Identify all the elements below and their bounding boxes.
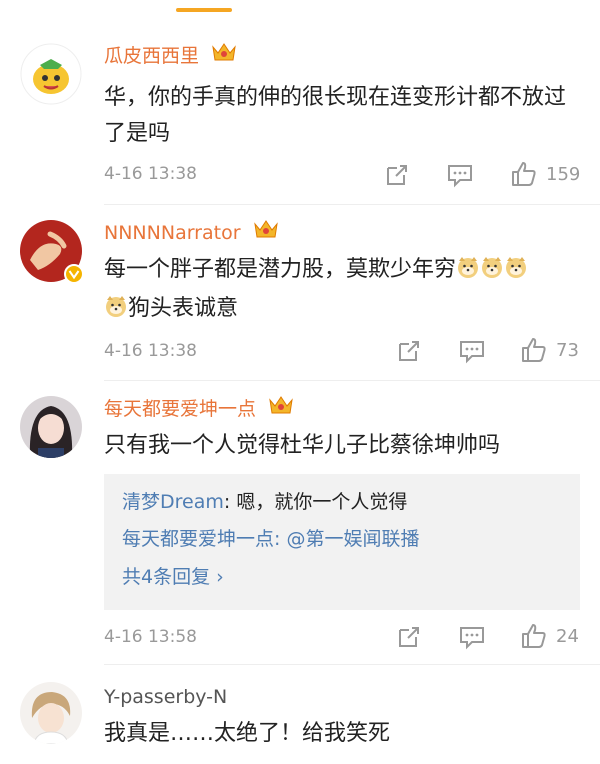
divider	[104, 204, 600, 205]
like-count: 73	[556, 339, 579, 361]
vip-crown-icon	[268, 394, 294, 424]
like-button[interactable]: 159	[510, 161, 580, 187]
share-button[interactable]	[384, 162, 410, 188]
mention-link[interactable]: @第一娱闻联播	[286, 528, 419, 550]
username[interactable]: 瓜皮西西里	[104, 41, 237, 69]
divider	[104, 664, 600, 665]
reply-item[interactable]: 每天都要爱坤一点: @第一娱闻联播	[122, 525, 419, 553]
like-count: 24	[556, 625, 579, 647]
vip-crown-icon	[253, 218, 279, 248]
share-icon	[387, 165, 407, 185]
reply-thread[interactable]: 清梦Dream: 嗯，就你一个人觉得 每天都要爱坤一点: @第一娱闻联播 共4条…	[104, 474, 580, 610]
comment-time: 4-16 13:58	[104, 627, 197, 647]
active-tab-indicator	[176, 8, 232, 12]
divider	[104, 380, 600, 381]
share-button[interactable]	[396, 338, 422, 364]
doge-emoji-icon	[104, 294, 128, 330]
avatar[interactable]	[20, 396, 82, 458]
thumbs-up-icon	[512, 162, 536, 186]
comment-text: 我真是……太绝了！给我笑死	[104, 721, 391, 746]
thumbs-up-icon	[522, 624, 546, 648]
reply-button[interactable]	[446, 162, 474, 188]
like-count: 159	[546, 163, 581, 185]
comment-icon	[448, 165, 472, 188]
like-button[interactable]: 24	[520, 623, 579, 649]
reply-author[interactable]: 每天都要爱坤一点	[122, 528, 274, 550]
view-more-replies-link[interactable]: 共4条回复 ›	[122, 563, 224, 591]
vip-crown-icon	[211, 41, 237, 71]
username[interactable]: Y-passerby-N	[104, 682, 227, 710]
like-button[interactable]: 73	[520, 337, 579, 363]
verified-badge-icon	[64, 264, 84, 284]
thumbs-up-icon	[522, 338, 546, 362]
reply-item[interactable]: 清梦Dream: 嗯，就你一个人觉得	[122, 488, 407, 516]
comment-text: 华，你的手真的伸的很长现在连变形计都不放过了是吗	[104, 85, 567, 146]
username[interactable]: NNNNNarrator	[104, 218, 279, 246]
reply-button[interactable]	[458, 624, 486, 650]
comment-icon	[460, 627, 484, 650]
avatar[interactable]	[20, 220, 84, 284]
avatar[interactable]	[20, 43, 82, 105]
doge-emoji-icon	[480, 255, 504, 291]
reply-button[interactable]	[458, 338, 486, 364]
comment-icon	[460, 341, 484, 364]
doge-emoji-icon	[456, 255, 480, 291]
avatar[interactable]	[20, 682, 82, 744]
share-button[interactable]	[396, 624, 422, 650]
comment-time: 4-16 13:38	[104, 164, 197, 184]
share-icon	[399, 627, 419, 647]
doge-emoji-icon	[504, 255, 528, 291]
comment-text: 只有我一个人觉得杜华儿子比蔡徐坤帅吗	[104, 433, 501, 458]
comment-time: 4-16 13:38	[104, 341, 197, 361]
share-icon	[399, 341, 419, 361]
comment-text: 每一个胖子都是潜力股，莫欺少年穷 狗头表诚意	[104, 252, 584, 330]
reply-author[interactable]: 清梦Dream	[122, 491, 224, 513]
username[interactable]: 每天都要爱坤一点	[104, 394, 294, 422]
